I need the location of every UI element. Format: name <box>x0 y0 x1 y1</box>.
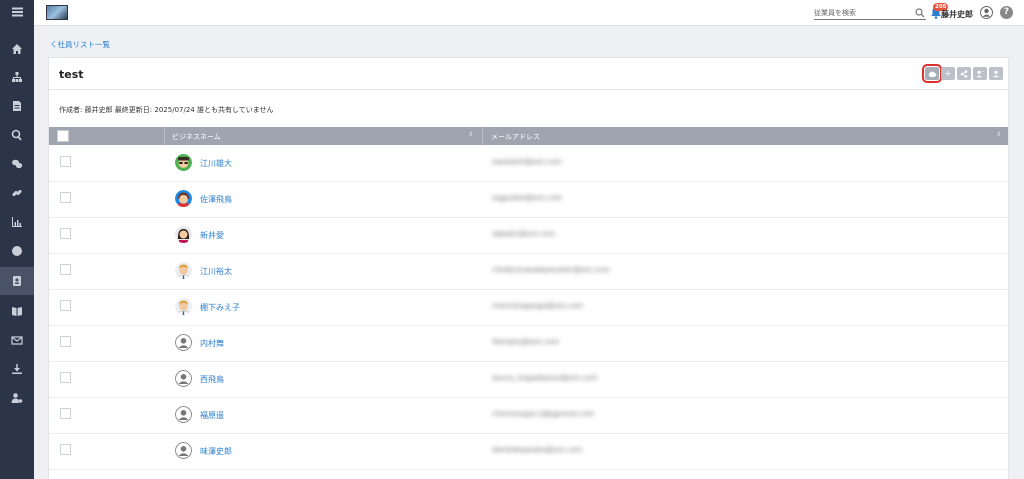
table-row[interactable]: 新井愛 adjader@ezn.com <box>49 218 1008 254</box>
column-divider <box>164 127 165 145</box>
cloud-upload-button[interactable] <box>922 64 942 83</box>
row-checkbox[interactable] <box>60 336 71 347</box>
row-checkbox[interactable] <box>60 228 71 239</box>
employee-email: chiemeaspw.1@pgemail.com <box>492 410 595 418</box>
globe-icon[interactable] <box>0 237 34 265</box>
employee-email: chiefpckswadepesotter@ezn.com <box>492 266 610 274</box>
search-sidebar-icon[interactable] <box>0 121 34 149</box>
row-checkbox[interactable] <box>60 156 71 167</box>
row-checkbox[interactable] <box>60 264 71 275</box>
employee-avatar[interactable] <box>175 334 192 351</box>
cloud-icon <box>928 71 936 77</box>
column-divider <box>482 127 483 145</box>
card-header: test + <box>49 58 1008 90</box>
user-avatar-icon[interactable] <box>980 6 993 19</box>
user-icon <box>992 70 1000 77</box>
table-row[interactable]: 内村舞 fdsmpha@ezn.com <box>49 326 1008 362</box>
employee-name-link[interactable]: 棚下みえ子 <box>200 302 240 313</box>
employee-avatar[interactable] <box>175 154 192 171</box>
search-input[interactable] <box>814 7 914 19</box>
employee-email: dwrikdeepodee@ezn.com <box>492 446 583 454</box>
table-row[interactable]: 福原遥 chiemeaspw.1@pgemail.com <box>49 398 1008 434</box>
employee-list-icon[interactable] <box>0 267 34 295</box>
employee-email: asuna_nisgadepsue@ezn.com <box>492 374 598 382</box>
chart-icon[interactable] <box>0 208 34 236</box>
company-logo[interactable] <box>46 5 68 20</box>
row-checkbox[interactable] <box>60 444 71 455</box>
employee-name-link[interactable]: 江川裕太 <box>200 266 232 277</box>
row-checkbox[interactable] <box>60 300 71 311</box>
row-checkbox[interactable] <box>60 408 71 419</box>
sort-icon[interactable]: ⇕ <box>468 131 473 138</box>
add-user-icon <box>976 70 984 77</box>
row-checkbox[interactable] <box>60 372 71 383</box>
employee-name-link[interactable]: 西飛鳥 <box>200 374 224 385</box>
table-header: ビジネスネーム ⇕ メールアドレス ⇕ <box>49 127 1008 145</box>
employee-name-link[interactable]: 佐澤飛鳥 <box>200 194 232 205</box>
sort-icon[interactable]: ⇕ <box>996 131 1001 138</box>
row-checkbox[interactable] <box>60 192 71 203</box>
employee-avatar[interactable] <box>175 370 192 387</box>
employee-avatar[interactable] <box>175 298 192 315</box>
username[interactable]: 藤井史郎 <box>941 9 973 20</box>
employee-avatar[interactable] <box>175 406 192 423</box>
employee-email: mieoristagaogo@ezn.com <box>492 302 584 310</box>
table-row[interactable]: 西飛鳥 asuna_nisgadepsue@ezn.com <box>49 362 1008 398</box>
employee-name-link[interactable]: 内村舞 <box>200 338 224 349</box>
help-icon[interactable]: ? <box>1000 6 1013 19</box>
download-icon[interactable] <box>0 355 34 383</box>
employee-name-link[interactable]: 江川雄大 <box>200 158 232 169</box>
employee-email: ssgpadoe@ezn.com <box>492 194 563 202</box>
list-title: test <box>59 68 84 81</box>
add-member-button[interactable] <box>973 67 987 80</box>
employee-name-link[interactable]: 味澤史郎 <box>200 446 232 457</box>
employee-search <box>814 7 926 20</box>
add-button[interactable]: + <box>941 67 955 80</box>
menu-icon[interactable] <box>0 0 34 24</box>
select-all-checkbox[interactable] <box>57 130 69 142</box>
table-row[interactable]: 棚下みえ子 mieoristagaogo@ezn.com <box>49 290 1008 326</box>
action-toolbar: + <box>922 64 1003 83</box>
chat-icon[interactable] <box>0 150 34 178</box>
document-icon[interactable] <box>0 92 34 120</box>
sidebar <box>0 0 34 479</box>
org-chart-icon[interactable] <box>0 63 34 91</box>
column-header-email[interactable]: メールアドレス <box>491 132 540 142</box>
employee-email: ewadashi@ezn.com <box>492 158 562 166</box>
employee-avatar[interactable] <box>175 226 192 243</box>
employee-avatar[interactable] <box>175 190 192 207</box>
column-header-business-name[interactable]: ビジネスネーム <box>172 132 221 142</box>
employee-avatar[interactable] <box>175 442 192 459</box>
table-row[interactable]: 江川雄大 ewadashi@ezn.com <box>49 146 1008 182</box>
mail-icon[interactable] <box>0 326 34 354</box>
table-row[interactable]: 佐澤飛鳥 ssgpadoe@ezn.com <box>49 182 1008 218</box>
book-icon[interactable] <box>0 297 34 325</box>
share-button[interactable] <box>957 67 971 80</box>
employee-name-link[interactable]: 新井愛 <box>200 230 224 241</box>
list-meta-info: 作成者: 藤井史郎 最終更新日: 2025/07/24 誰とも共有していません <box>59 106 274 114</box>
home-icon[interactable] <box>0 35 34 63</box>
employee-email: fdsmpha@ezn.com <box>492 338 560 346</box>
breadcrumb-back-link[interactable]: く社員リスト一覧 <box>50 39 110 50</box>
link-icon[interactable] <box>0 179 34 207</box>
table-row[interactable]: 味澤史郎 dwrikdeepodee@ezn.com <box>49 434 1008 470</box>
top-bar: 205 藤井史郎 ? <box>34 0 1024 26</box>
employee-email: adjader@ezn.com <box>492 230 556 238</box>
search-icon[interactable] <box>915 8 925 18</box>
employee-name-link[interactable]: 福原遥 <box>200 410 224 421</box>
user-settings-icon[interactable] <box>0 384 34 412</box>
employee-avatar[interactable] <box>175 262 192 279</box>
remove-member-button[interactable] <box>989 67 1003 80</box>
table-row[interactable]: 江川裕太 chiefpckswadepesotter@ezn.com <box>49 254 1008 290</box>
share-icon <box>960 69 968 78</box>
plus-icon: + <box>944 69 952 78</box>
list-card: test + 作成者: 藤井史郎 最終更新日: 2025/07/24 誰とも共有… <box>48 57 1009 479</box>
